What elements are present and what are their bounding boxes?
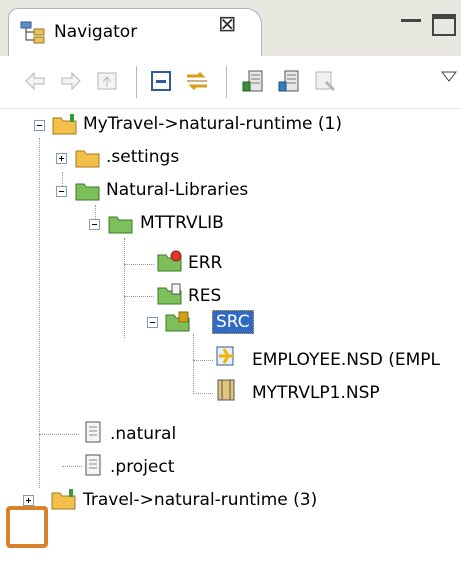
tree-item-label[interactable]: Natural-Libraries — [106, 180, 248, 200]
view-toolbar — [0, 56, 461, 109]
tree-item-label[interactable]: ERR — [188, 253, 222, 273]
view-menu-icon[interactable] — [440, 70, 458, 84]
collapse-toggle[interactable] — [56, 186, 67, 197]
tree-connector — [39, 138, 40, 488]
tree-connector — [124, 296, 154, 297]
library-icon — [108, 216, 133, 234]
collapse-toggle[interactable] — [34, 120, 45, 131]
back-arrow-icon[interactable] — [22, 68, 48, 94]
collapse-toggle[interactable] — [89, 219, 100, 230]
minimize-icon[interactable] — [401, 19, 421, 22]
tree-item-label[interactable]: EMPLOYEE.NSD (EMPL — [252, 350, 440, 370]
tree-item-label[interactable]: .project — [110, 457, 174, 477]
tree-connector — [62, 466, 82, 467]
expand-toggle[interactable] — [23, 495, 34, 506]
tree-item-label[interactable]: Travel->natural-runtime (3) — [83, 490, 317, 510]
maximize-icon[interactable] — [432, 14, 456, 36]
tree-connector — [193, 334, 194, 394]
tree-item-label[interactable]: MyTravel->natural-runtime (1) — [83, 114, 342, 134]
collapse-all-icon[interactable] — [148, 68, 174, 94]
collapse-toggle[interactable] — [147, 317, 158, 328]
go-into-icon[interactable] — [94, 68, 120, 94]
tree-item-label[interactable]: RES — [188, 286, 221, 306]
navigator-icon — [20, 21, 45, 44]
file-icon — [85, 421, 101, 443]
tree-connector — [193, 360, 213, 361]
filter-icon[interactable] — [312, 68, 338, 94]
resource-folder-icon — [157, 283, 182, 305]
tree-item-label[interactable]: .settings — [106, 147, 179, 167]
toolbar-separator — [136, 66, 137, 98]
tree-item-label[interactable]: MYTRVLP1.NSP — [252, 383, 380, 403]
forward-arrow-icon[interactable] — [58, 68, 84, 94]
natural-project-icon — [51, 489, 76, 510]
source-folder-icon — [165, 311, 190, 332]
tree-item-label[interactable]: MTTRVLIB — [140, 213, 224, 233]
tree-item-label[interactable]: .natural — [110, 424, 176, 444]
link-with-editor-icon[interactable] — [184, 68, 210, 94]
natural-object-icon[interactable] — [240, 68, 266, 94]
libraries-folder-icon — [75, 183, 100, 201]
close-icon[interactable]: ⊠ — [218, 12, 236, 37]
toolbar-separator — [226, 66, 227, 98]
natural-project-icon — [52, 114, 77, 135]
tree-connector — [124, 238, 125, 338]
tree-item-label-selected[interactable]: SRC — [212, 310, 254, 334]
folder-icon — [75, 150, 100, 168]
navigator-view: Navigator ⊠ MyTravel->natural-runtime (1… — [0, 0, 461, 565]
natural-library-icon[interactable] — [276, 68, 302, 94]
tree-connector — [39, 434, 79, 435]
data-area-icon — [216, 346, 234, 366]
tree-connector — [193, 393, 213, 394]
tree-connector — [124, 264, 154, 265]
file-icon — [85, 454, 101, 476]
expand-toggle[interactable] — [56, 153, 67, 164]
tab-label: Navigator — [54, 22, 138, 42]
highlight-callout — [6, 506, 48, 548]
error-folder-icon — [157, 250, 182, 272]
program-icon — [217, 379, 235, 401]
